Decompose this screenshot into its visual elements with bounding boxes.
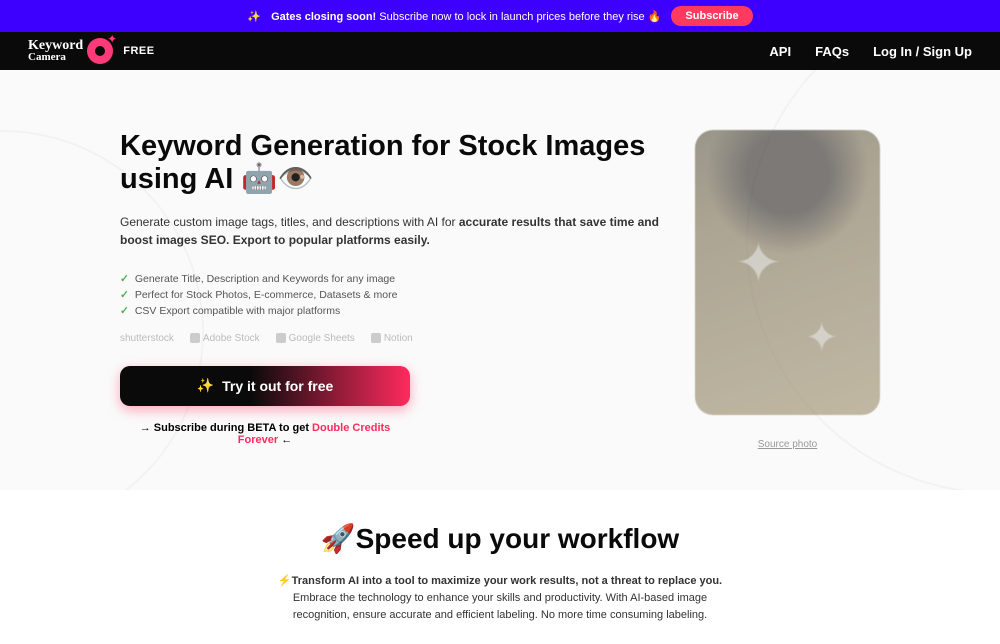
- notion-icon: [371, 333, 381, 343]
- logo-text: Keyword Camera: [28, 39, 83, 63]
- hero-title: Keyword Generation for Stock Images usin…: [120, 130, 665, 197]
- logo[interactable]: Keyword Camera FREE: [28, 38, 155, 64]
- adobe-icon: [190, 333, 200, 343]
- check-icon: ✓: [120, 289, 129, 301]
- workflow-section: 🚀Speed up your workflow ⚡Transform AI in…: [0, 490, 1000, 644]
- sheets-icon: [276, 333, 286, 343]
- main-nav: API FAQs Log In / Sign Up: [769, 44, 972, 59]
- hero-demo: ✦ ✦ ✦ Source photo: [695, 130, 880, 450]
- feature-item: ✓Generate Title, Description and Keyword…: [120, 271, 665, 287]
- nav-faqs[interactable]: FAQs: [815, 44, 849, 59]
- feature-item: ✓Perfect for Stock Photos, E-commerce, D…: [120, 287, 665, 303]
- sparkle-icon: ✨: [197, 377, 214, 394]
- source-photo-link[interactable]: Source photo: [695, 439, 880, 450]
- platform-shutterstock: shutterstock: [120, 333, 174, 344]
- platform-adobe: Adobe Stock: [190, 333, 260, 344]
- subscribe-button[interactable]: Subscribe: [671, 6, 752, 26]
- hero-copy: Keyword Generation for Stock Images usin…: [120, 130, 665, 446]
- nav-login[interactable]: Log In / Sign Up: [873, 44, 972, 59]
- sparkle-icon: ✨: [247, 10, 261, 23]
- check-icon: ✓: [120, 305, 129, 317]
- hero-section: Keyword Generation for Stock Images usin…: [0, 70, 1000, 490]
- header: Keyword Camera FREE API FAQs Log In / Si…: [0, 32, 1000, 70]
- beta-note: → Subscribe during BETA to get Double Cr…: [120, 422, 410, 446]
- sparkle-icon: ✦: [735, 230, 782, 296]
- hero-subtitle: Generate custom image tags, titles, and …: [120, 213, 665, 249]
- platform-list: shutterstock Adobe Stock Google Sheets N…: [120, 333, 665, 344]
- demo-image: ✦ ✦ ✦: [695, 130, 880, 415]
- sparkle-icon: ✦: [795, 170, 815, 199]
- check-icon: ✓: [120, 273, 129, 285]
- feature-item: ✓CSV Export compatible with major platfo…: [120, 303, 665, 319]
- free-badge: FREE: [123, 45, 154, 57]
- lightning-icon: ⚡: [278, 575, 292, 587]
- section-text: ⚡Transform AI into a tool to maximize yo…: [270, 573, 730, 624]
- nav-api[interactable]: API: [769, 44, 791, 59]
- announcement-bar: ✨ Gates closing soon! Subscribe now to l…: [0, 0, 1000, 32]
- sparkle-icon: ✦: [805, 315, 839, 361]
- platform-notion: Notion: [371, 333, 413, 344]
- try-free-button[interactable]: ✨ Try it out for free: [120, 366, 410, 406]
- announcement-text: Gates closing soon! Subscribe now to loc…: [271, 10, 661, 23]
- platform-google-sheets: Google Sheets: [276, 333, 355, 344]
- section-title: 🚀Speed up your workflow: [30, 522, 970, 555]
- camera-icon: [87, 38, 113, 64]
- feature-list: ✓Generate Title, Description and Keyword…: [120, 271, 665, 319]
